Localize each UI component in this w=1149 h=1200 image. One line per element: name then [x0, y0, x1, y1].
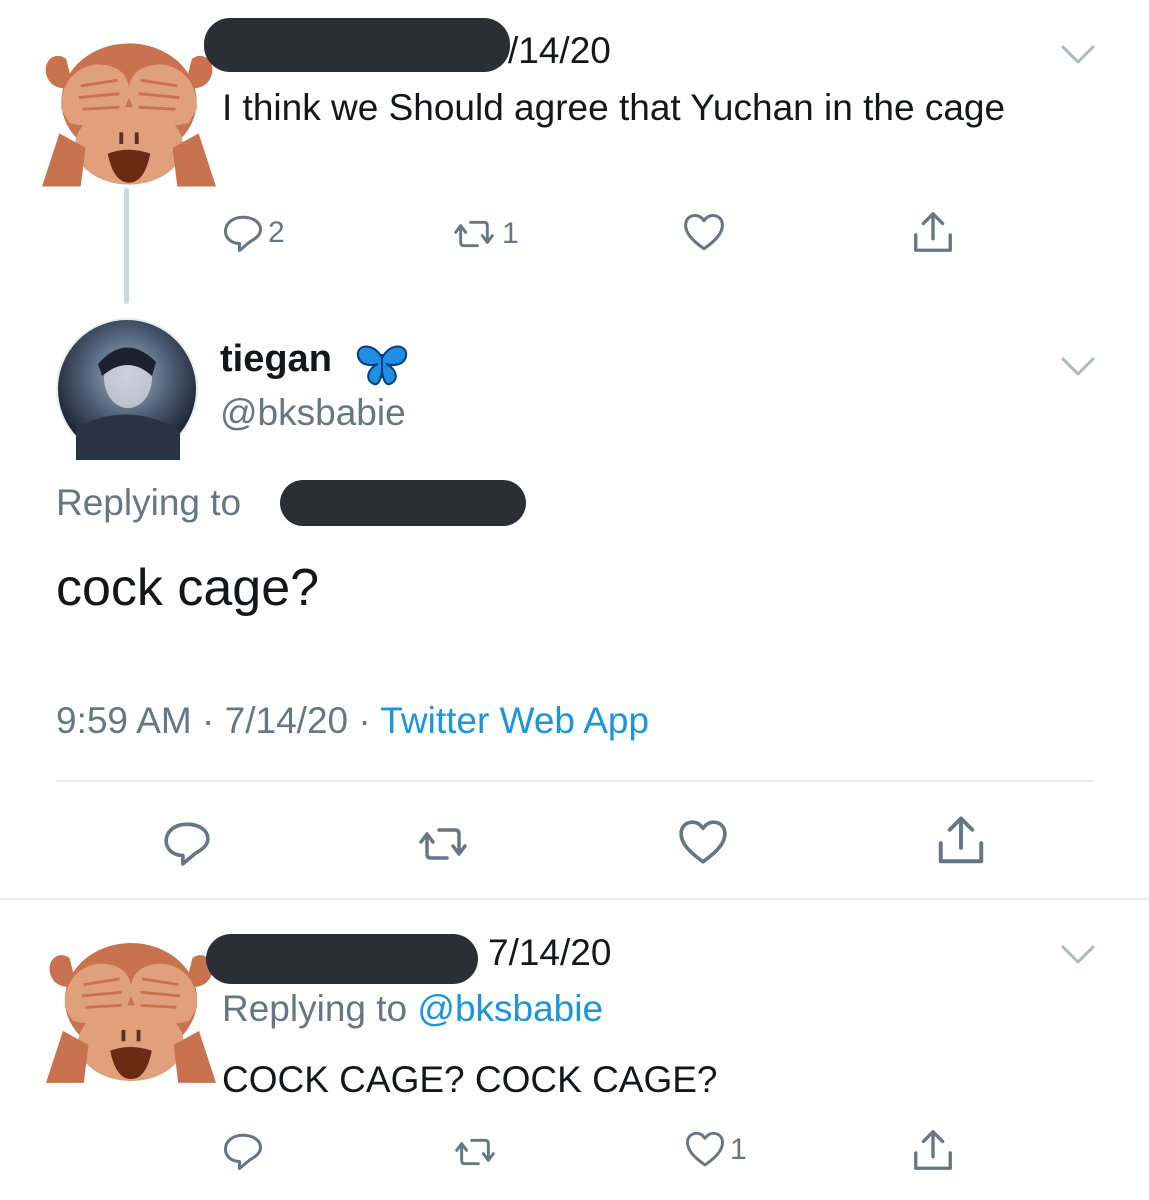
tweet-date: 7/14/20	[224, 700, 349, 741]
replying-to-label: Replying to	[222, 988, 408, 1029]
tweet-text: cock cage?	[56, 559, 320, 617]
reply-button[interactable]	[162, 818, 212, 868]
retweet-button[interactable]	[412, 820, 474, 868]
like-button[interactable]	[678, 818, 728, 868]
avatar[interactable]	[56, 318, 198, 460]
mention-link[interactable]: @bksbabie	[417, 988, 603, 1029]
display-name[interactable]: tiegan	[220, 338, 332, 381]
share-button[interactable]	[910, 1128, 956, 1174]
divider	[56, 780, 1094, 782]
share-button[interactable]	[934, 814, 988, 868]
reply-icon	[222, 1130, 264, 1172]
blue-butterfly-icon	[356, 345, 408, 386]
like-count: 1	[730, 1133, 747, 1166]
source-link[interactable]: Twitter Web App	[380, 700, 649, 741]
tweet-time: 9:59 AM	[56, 700, 192, 741]
retweet-icon	[412, 820, 474, 868]
share-icon	[910, 210, 956, 256]
reply-icon	[222, 212, 264, 254]
redacted-mention	[280, 480, 526, 526]
separator: ·	[202, 700, 215, 741]
retweet-icon	[450, 214, 498, 254]
reply-button[interactable]: 2	[222, 212, 285, 254]
share-icon	[934, 814, 988, 868]
like-button[interactable]	[682, 212, 726, 254]
retweet-button[interactable]	[450, 1132, 500, 1172]
heart-icon	[682, 212, 726, 254]
reply-count: 2	[268, 216, 285, 249]
tweet-timestamp: 9:59 AM · 7/14/20 · Twitter Web App	[56, 700, 649, 742]
retweet-count: 1	[502, 217, 519, 250]
reply-button[interactable]	[222, 1130, 264, 1172]
chevron-down-icon[interactable]	[1060, 944, 1096, 966]
thread-line	[124, 188, 129, 304]
separator: ·	[358, 700, 371, 741]
chevron-down-icon[interactable]	[1060, 44, 1096, 66]
heart-icon	[684, 1130, 726, 1170]
share-icon	[910, 1128, 956, 1174]
retweet-button[interactable]: 1	[450, 214, 519, 254]
tweet-text: COCK CAGE? COCK CAGE?	[222, 1059, 718, 1100]
user-handle[interactable]: @bksbabie	[220, 392, 406, 434]
avatar-monkey-icon[interactable]	[42, 38, 216, 190]
retweet-icon	[450, 1132, 500, 1172]
tweet-date: 7/14/20	[488, 932, 612, 973]
chevron-down-icon[interactable]	[1060, 356, 1096, 378]
heart-icon	[678, 818, 728, 868]
reply-icon	[162, 818, 212, 868]
redacted-username	[204, 18, 510, 72]
like-button[interactable]: 1	[684, 1130, 747, 1170]
redacted-username	[206, 934, 478, 984]
tweet-text: I think we Should agree that Yuchan in t…	[222, 87, 1006, 128]
divider	[0, 898, 1149, 900]
tweet-date: /14/20	[508, 30, 611, 71]
replying-to: Replying to @bksbabie	[222, 988, 603, 1030]
avatar-monkey-icon[interactable]	[46, 934, 216, 1090]
replying-to-label: Replying to	[56, 482, 242, 523]
share-button[interactable]	[910, 210, 956, 256]
